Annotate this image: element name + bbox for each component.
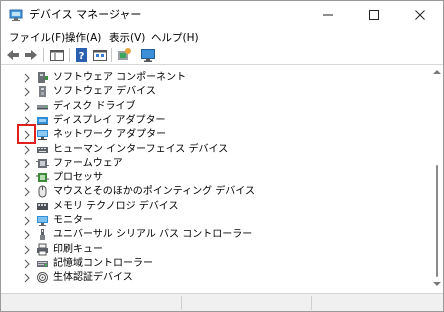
- chevron-right-icon[interactable]: [23, 73, 31, 83]
- status-pane-divider: [311, 296, 312, 310]
- monitor-icon[interactable]: [140, 47, 156, 63]
- status-pane-divider: [181, 296, 182, 310]
- tree-node-label: モニター: [53, 215, 93, 226]
- tree-node[interactable]: モニター: [1, 214, 429, 228]
- software-component-icon: [38, 72, 48, 83]
- chevron-right-icon[interactable]: [23, 259, 31, 269]
- menu-help[interactable]: ヘルプ(H): [151, 30, 199, 46]
- firmware-icon: [36, 158, 49, 168]
- minimize-button[interactable]: [305, 1, 351, 29]
- tree-node[interactable]: メモリ テクノロジ デバイス: [1, 200, 429, 214]
- tree-node[interactable]: ネットワーク アダプター: [1, 124, 429, 145]
- show-hidden-icon[interactable]: [92, 47, 108, 63]
- tree-node[interactable]: ソフトウェア デバイス: [1, 85, 429, 99]
- help-icon[interactable]: ?: [74, 47, 90, 63]
- tree-node-label: 記憶域コントローラー: [53, 257, 153, 269]
- tree-node-label: ソフトウェア デバイス: [53, 86, 156, 98]
- chevron-right-icon[interactable]: [23, 245, 31, 255]
- tree-node-label: メモリ テクノロジ デバイス: [53, 200, 179, 212]
- tree-node[interactable]: ユニバーサル シリアル バス コントローラー: [1, 228, 429, 242]
- tree-node-label: ネットワーク アダプター: [53, 129, 167, 141]
- back-arrow-icon[interactable]: [5, 47, 21, 63]
- tree-node-label: ヒューマン インターフェイス デバイス: [53, 143, 229, 155]
- usb-icon: [40, 229, 45, 241]
- device-tree: ソフトウェア コンポーネント ソフトウェア デバイス ディスク ドライブディスプレイ…: [1, 67, 431, 291]
- tree-node[interactable]: 生体認証デバイス: [1, 271, 429, 285]
- highlight-box: [17, 124, 36, 145]
- scroll-up-icon[interactable]: [433, 69, 441, 75]
- chevron-right-icon[interactable]: [23, 159, 31, 169]
- menu-action[interactable]: 操作(A): [65, 30, 101, 46]
- hid-icon: [37, 146, 48, 153]
- storage-controller-icon: [37, 260, 48, 267]
- close-button[interactable]: [397, 1, 443, 29]
- disk-drive-icon: [37, 104, 48, 110]
- toolbar-separator: [43, 48, 44, 62]
- chevron-right-icon[interactable]: [23, 202, 31, 212]
- vertical-scrollbar[interactable]: [431, 67, 443, 291]
- window-title: デバイス マネージャー: [29, 8, 142, 21]
- menu-view[interactable]: 表示(V): [109, 30, 145, 46]
- tree-node-label: マウスとそのほかのポインティング デバイス: [53, 186, 255, 198]
- close-icon: [415, 10, 425, 20]
- chevron-right-icon[interactable]: [23, 173, 31, 183]
- tree-node-label: ファームウェア: [53, 157, 123, 169]
- menu-file[interactable]: ファイル(F): [9, 30, 65, 46]
- scroll-thumb[interactable]: [436, 165, 438, 277]
- tree-node[interactable]: ソフトウェア コンポーネント: [1, 71, 429, 85]
- memory-device-icon: [37, 202, 48, 210]
- chevron-right-icon[interactable]: [23, 145, 31, 155]
- chevron-right-icon[interactable]: [23, 187, 31, 197]
- tree-node-label: ソフトウェア コンポーネント: [53, 72, 187, 83]
- chevron-right-icon[interactable]: [23, 216, 31, 226]
- minimize-icon: [323, 14, 333, 16]
- toolbar-separator: [69, 48, 70, 62]
- display-adapter-icon: [37, 116, 48, 125]
- chevron-right-icon[interactable]: [23, 273, 31, 283]
- maximize-button[interactable]: [351, 1, 397, 29]
- tree-node-label: プロセッサ: [53, 172, 103, 184]
- tree-node-label: ユニバーサル シリアル バス コントローラー: [53, 229, 253, 241]
- forward-arrow-icon[interactable]: [23, 47, 39, 63]
- biometric-icon: [37, 272, 48, 284]
- tree-node[interactable]: プロセッサ: [1, 171, 429, 185]
- tree-node[interactable]: ヒューマン インターフェイス デバイス: [1, 143, 429, 157]
- processor-icon: [36, 173, 49, 183]
- tree-node[interactable]: ディスプレイ アダプター: [1, 114, 429, 128]
- device-manager-app-icon: [9, 9, 23, 21]
- network-adapter-icon: [37, 130, 48, 141]
- tree-node-label: ディスプレイ アダプター: [53, 114, 166, 126]
- menu-bar: ファイル(F) 操作(A) 表示(V) ヘルプ(H): [1, 29, 443, 47]
- software-device-icon: [39, 86, 46, 98]
- monitor-icon: [37, 216, 48, 226]
- printer-icon: [37, 243, 48, 256]
- chevron-right-icon[interactable]: [23, 230, 31, 240]
- tree-node[interactable]: 印刷キュー: [1, 243, 429, 257]
- svg-text:?: ?: [79, 51, 85, 62]
- scan-hardware-icon[interactable]: [116, 47, 132, 63]
- chevron-right-icon[interactable]: [23, 102, 31, 112]
- tree-node-label: ディスク ドライブ: [53, 100, 136, 112]
- tree-node[interactable]: 記憶域コントローラー: [1, 257, 429, 271]
- toolbar-separator: [111, 48, 112, 62]
- device-manager-window: デバイス マネージャー ファイル(F) 操作(A) 表示(V) ヘルプ(H) ?…: [0, 0, 444, 312]
- tree-node-label: 印刷キュー: [53, 243, 103, 255]
- tree-node[interactable]: マウスとそのほかのポインティング デバイス: [1, 185, 429, 199]
- toolbar: ?: [1, 47, 443, 65]
- maximize-icon: [369, 10, 379, 20]
- tree-node[interactable]: ファームウェア: [1, 157, 429, 171]
- tree-node-label: 生体認証デバイス: [53, 272, 133, 284]
- status-bar: [1, 293, 443, 311]
- title-bar: デバイス マネージャー: [1, 1, 443, 29]
- mouse-icon: [38, 185, 47, 198]
- chevron-right-icon[interactable]: [23, 87, 31, 97]
- properties-icon[interactable]: [49, 47, 65, 63]
- scroll-down-icon[interactable]: [433, 281, 441, 287]
- tree-node[interactable]: ディスク ドライブ: [1, 100, 429, 114]
